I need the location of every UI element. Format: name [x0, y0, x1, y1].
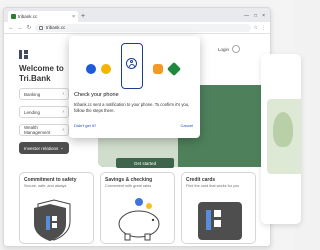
yellow-dot-icon	[101, 64, 111, 74]
cancel-button[interactable]: Cancel	[181, 123, 193, 128]
toolbar-actions: ☆ ⋮	[254, 25, 266, 31]
maximize-button[interactable]: □	[254, 13, 257, 19]
didnt-get-it-link[interactable]: Didn't get it?	[74, 123, 96, 128]
address-bar[interactable]: tribank.cc	[35, 23, 251, 32]
bookmark-star-icon[interactable]: ☆	[254, 25, 258, 31]
blue-dot-icon	[86, 64, 96, 74]
url-text: tribank.cc	[46, 25, 66, 30]
green-diamond-icon	[166, 61, 182, 77]
dialog-title: Check your phone	[74, 92, 119, 98]
dialog-illustration	[69, 43, 200, 89]
leaf-shape	[273, 112, 293, 147]
back-button[interactable]: ←	[8, 25, 14, 31]
verification-dialog: Check your phone tribank.cc sent a notif…	[69, 36, 200, 138]
browser-tab[interactable]: tribank.cc ×	[8, 11, 78, 22]
browser-toolbar: ← → ↻ tribank.cc ☆ ⋮	[4, 22, 270, 34]
dialog-message: tribank.cc sent a notification to your p…	[74, 102, 190, 113]
tab-strip: tribank.cc × + — □ ×	[4, 8, 270, 22]
close-window-button[interactable]: ×	[262, 13, 265, 19]
forward-button[interactable]: →	[17, 25, 23, 31]
menu-kebab-icon[interactable]: ⋮	[261, 25, 266, 31]
tab-title: tribank.cc	[18, 14, 38, 19]
browser-window: tribank.cc × + — □ × ← → ↻ tribank.cc ☆ …	[3, 7, 271, 247]
minimize-button[interactable]: —	[244, 13, 249, 19]
adjacent-window-panel	[261, 54, 301, 224]
window-controls: — □ ×	[244, 13, 270, 22]
orange-dot-icon	[153, 64, 163, 74]
new-tab-button[interactable]: +	[81, 12, 85, 22]
favicon-icon	[11, 14, 16, 19]
lock-icon	[39, 25, 43, 30]
phone-icon	[121, 43, 143, 89]
tab-close-icon[interactable]: ×	[72, 14, 75, 20]
screen: tribank.cc × + — □ × ← → ↻ tribank.cc ☆ …	[0, 0, 301, 250]
reload-button[interactable]: ↻	[26, 25, 32, 31]
